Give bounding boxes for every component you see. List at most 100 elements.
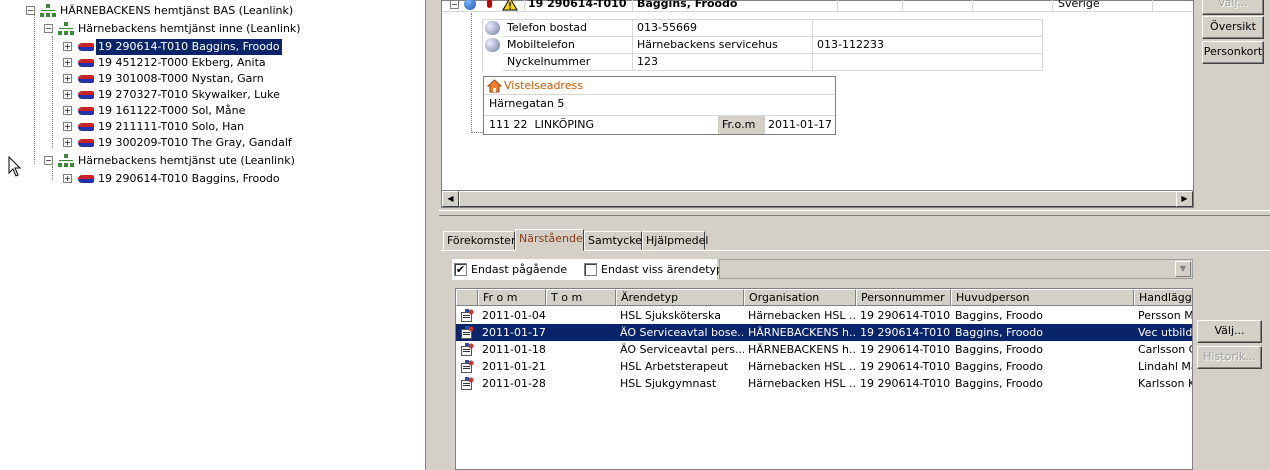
- tab-narstaende[interactable]: Närstående: [515, 229, 584, 251]
- residence-address-box[interactable]: Vistelseadress Härnegatan 5 111 22 LINKÖ…: [483, 76, 836, 135]
- warning-icon: [502, 0, 518, 11]
- organization-icon: [40, 4, 56, 18]
- grid-header[interactable]: Ärendetyp: [616, 289, 744, 306]
- history-button[interactable]: Historik...: [1197, 346, 1262, 369]
- person-card-icon: [78, 139, 94, 147]
- horizontal-scrollbar[interactable]: ◀ ▶: [441, 190, 1194, 208]
- cell-person-number: 19 290614-T010: [860, 326, 951, 339]
- scroll-left-icon[interactable]: ◀: [442, 191, 459, 207]
- only-type-label: Endast viss ärendetyp: [601, 263, 724, 276]
- grid-header[interactable]: Organisation: [744, 289, 856, 306]
- expand-icon[interactable]: +: [63, 42, 72, 51]
- person-country: Sverige: [1058, 0, 1100, 10]
- cell-person-number: 19 290614-T010: [860, 309, 951, 322]
- tree-item-label: 19 301008-T000 Nystan, Garn: [98, 72, 264, 85]
- only-type-checkbox[interactable]: [584, 263, 597, 276]
- tree-node-label: Härnebackens hemtjänst ute (Leanlink): [78, 154, 295, 167]
- contact-row[interactable]: Telefon bostad 013-55669: [483, 20, 1043, 37]
- collapse-icon[interactable]: −: [44, 24, 53, 33]
- expand-icon[interactable]: +: [63, 174, 72, 183]
- cell-main-person: Baggins, Froodo: [955, 326, 1043, 339]
- only-ongoing-label: Endast pågående: [471, 263, 568, 276]
- cell-person-number: 19 290614-T010: [860, 343, 951, 356]
- cell-case-officer: Lindahl Mar: [1138, 360, 1192, 373]
- org-tree[interactable]: − HÄRNEBACKENS hemtjänst BAS (Leanlink) …: [0, 0, 426, 470]
- panel-splitter[interactable]: [439, 210, 1270, 216]
- cell-organisation: HÄRNEBACKENS h...: [748, 343, 856, 356]
- select-button-top[interactable]: Välj...: [1202, 0, 1264, 15]
- only-type-filter[interactable]: Endast viss ärendetyp: [582, 259, 723, 280]
- collapse-icon[interactable]: −: [44, 156, 53, 165]
- table-row[interactable]: 2011-01-18 ÄO Serviceavtal pers... HÄRNEBA…: [456, 341, 1192, 358]
- table-row[interactable]: 2011-01-17 ÄO Serviceavtal bose... HÄRNEBA…: [456, 324, 1192, 341]
- address-title: Vistelseadress: [504, 79, 583, 92]
- from-date: 2011-01-17: [768, 118, 832, 131]
- tree-item-label: 19 270327-T010 Skywalker, Luke: [98, 88, 280, 101]
- cell-organisation: HÄRNEBACKENS h...: [748, 326, 856, 339]
- grid-header[interactable]: Fr o m: [478, 289, 546, 306]
- cell-main-person: Baggins, Froodo: [955, 343, 1043, 356]
- cell-case-type: HSL Sjukgymnast: [620, 377, 717, 390]
- grid-header[interactable]: Personnummer: [856, 289, 951, 306]
- cell-to-date: [546, 375, 616, 392]
- person-header-row: − 19 290614-T010 Baggins, Froodo Sverige: [442, 0, 1194, 12]
- collapse-icon[interactable]: −: [26, 6, 35, 15]
- chevron-down-icon[interactable]: ▼: [1175, 261, 1191, 277]
- cell-case-type: HSL Arbetsterapeut: [620, 360, 729, 373]
- select-button[interactable]: Välj...: [1197, 320, 1262, 343]
- expand-icon[interactable]: +: [63, 58, 72, 67]
- person-card-icon: [78, 75, 94, 83]
- cell-organisation: Härnebacken HSL ...: [748, 360, 856, 373]
- tab-hjalpmedel[interactable]: Hjälpmedel: [642, 231, 708, 250]
- expand-icon[interactable]: +: [63, 122, 72, 131]
- cell-person-number: 19 290614-T010: [860, 360, 951, 373]
- scroll-right-icon[interactable]: ▶: [1176, 191, 1193, 207]
- address-postal-row: 111 22 LINKÖPING Fr.o.m 2011-01-17: [484, 115, 835, 134]
- grid-header[interactable]: Huvudperson: [951, 289, 1134, 306]
- contacts-table: Telefon bostad 013-55669 Mobiltelefon Hä…: [482, 19, 1043, 71]
- tree-node-label: HÄRNEBACKENS hemtjänst BAS (Leanlink): [60, 4, 294, 17]
- grid-header[interactable]: T o m: [546, 289, 616, 306]
- tree-node-label: Härnebackens hemtjänst inne (Leanlink): [78, 22, 301, 35]
- cell-person-number: 19 290614-T010: [860, 377, 951, 390]
- person-name: Baggins, Froodo: [637, 0, 738, 10]
- cell-case-officer: Persson Ma: [1138, 309, 1193, 322]
- contact-row[interactable]: Nyckelnummer 123: [483, 54, 1043, 71]
- cell-to-date: [546, 358, 616, 375]
- expand-icon[interactable]: +: [63, 90, 72, 99]
- collapse-icon[interactable]: −: [450, 0, 459, 9]
- case-type-dropdown[interactable]: ▼: [719, 259, 1193, 279]
- contact-value: 123: [633, 54, 813, 71]
- cell-organisation: Härnebacken HSL ...: [748, 309, 856, 322]
- address-postal: 111 22 LINKÖPING: [489, 118, 594, 131]
- overview-button[interactable]: Översikt: [1202, 16, 1264, 39]
- person-card-button[interactable]: Personkort: [1202, 41, 1264, 64]
- case-icon: [461, 309, 475, 322]
- cases-grid[interactable]: Fr o m T o m Ärendetyp Organisation Pers…: [455, 288, 1193, 470]
- blood-drop-icon: [487, 0, 492, 8]
- expand-icon[interactable]: +: [63, 138, 72, 147]
- expand-icon[interactable]: +: [63, 74, 72, 83]
- tab-samtycke[interactable]: Samtycke: [584, 231, 642, 250]
- tab-forekomster[interactable]: Förekomster: [443, 231, 515, 250]
- tree-item-label: 19 161122-T000 Sol, Måne: [98, 104, 246, 117]
- house-icon: [487, 79, 502, 93]
- table-row[interactable]: 2011-01-04 HSL Sjuksköterska Härnebacken H…: [456, 307, 1193, 324]
- globe-icon: [464, 0, 476, 10]
- only-ongoing-filter[interactable]: ✔ Endast pågående: [452, 259, 572, 280]
- only-ongoing-checkbox[interactable]: ✔: [454, 263, 467, 276]
- cell-from-date: 2011-01-28: [482, 377, 546, 390]
- table-row[interactable]: 2011-01-28 HSL Sjukgymnast Härnebacken HSL…: [456, 375, 1192, 392]
- scrollbar-thumb[interactable]: [459, 191, 1177, 207]
- cell-from-date: 2011-01-17: [482, 326, 546, 339]
- organization-icon: [58, 22, 74, 36]
- contact-value: 013-55669: [633, 20, 813, 37]
- grid-header[interactable]: Handläggar: [1134, 289, 1192, 306]
- phone-icon: [485, 21, 500, 35]
- table-row[interactable]: 2011-01-21 HSL Arbetsterapeut Härnebacken …: [456, 358, 1192, 375]
- grid-header-icon: [456, 289, 478, 306]
- contact-row[interactable]: Mobiltelefon Härnebackens servicehus 013…: [483, 37, 1043, 54]
- address-title-row: Vistelseadress: [484, 77, 835, 95]
- case-icon: [461, 360, 475, 373]
- expand-icon[interactable]: +: [63, 106, 72, 115]
